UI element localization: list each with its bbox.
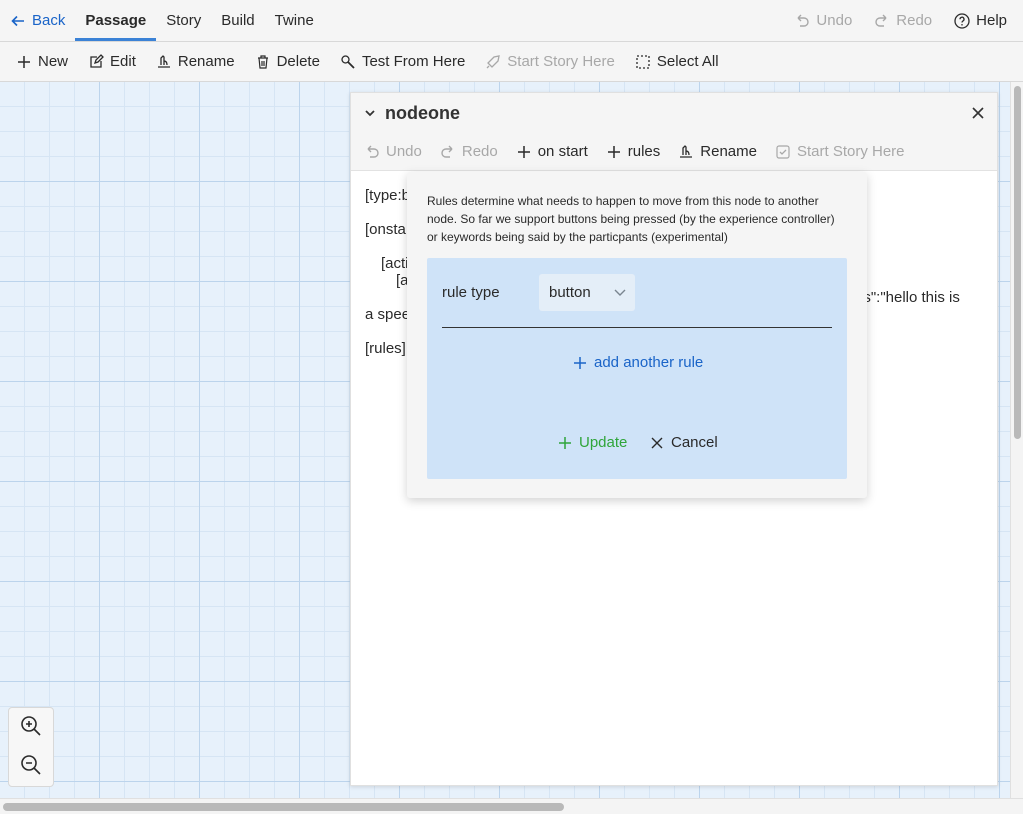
dialog-undo-label: Undo (386, 143, 422, 160)
passage-toolbar: New Edit Rename Delete Test From Here St… (0, 42, 1023, 82)
dialog-start-story-here-button[interactable]: Start Story Here (766, 143, 914, 160)
text-line: [rules] (365, 340, 406, 357)
update-button[interactable]: Update (557, 434, 627, 451)
edit-label: Edit (110, 53, 136, 70)
close-icon (649, 435, 665, 451)
tab-twine[interactable]: Twine (265, 0, 324, 41)
select-all-button[interactable]: Select All (625, 53, 729, 70)
rule-type-label: rule type (442, 284, 500, 301)
redo-icon (440, 144, 456, 160)
dialog-redo-button[interactable]: Redo (431, 143, 507, 160)
on-start-button[interactable]: on start (507, 143, 597, 160)
checkbox-icon (775, 144, 791, 160)
dialog-start-story-here-label: Start Story Here (796, 143, 905, 160)
plus-icon (16, 54, 32, 70)
chevron-down-icon[interactable] (363, 106, 377, 120)
start-story-here-button[interactable]: Start Story Here (475, 53, 625, 70)
trash-icon (255, 54, 271, 70)
start-story-here-label: Start Story Here (507, 53, 615, 70)
back-button[interactable]: Back (0, 0, 75, 41)
rules-popover: Rules determine what needs to happen to … (407, 172, 867, 498)
zoom-in-icon (20, 715, 42, 741)
tab-build[interactable]: Build (211, 0, 264, 41)
cancel-button[interactable]: Cancel (649, 434, 718, 451)
tool-icon (340, 54, 356, 70)
zoom-out-button[interactable] (19, 754, 43, 780)
undo-button[interactable]: Undo (784, 12, 862, 29)
delete-button[interactable]: Delete (245, 53, 330, 70)
dialog-undo-button[interactable]: Undo (355, 143, 431, 160)
select-all-label: Select All (656, 53, 719, 70)
rule-type-value: button (549, 284, 591, 301)
top-nav-bar: Back Passage Story Build Twine Undo Redo… (0, 0, 1023, 42)
rule-type-select[interactable]: button (539, 274, 635, 311)
rule-divider (442, 327, 832, 328)
edit-button[interactable]: Edit (78, 53, 146, 70)
redo-icon (874, 13, 890, 29)
tab-passage[interactable]: Passage (75, 0, 157, 41)
test-from-here-button[interactable]: Test From Here (330, 53, 475, 70)
help-icon (954, 12, 970, 29)
plus-icon (572, 355, 588, 371)
horizontal-scroll-thumb[interactable] (3, 803, 564, 811)
zoom-in-button[interactable] (19, 715, 43, 741)
close-icon[interactable] (969, 104, 987, 122)
rules-label: rules (627, 143, 661, 160)
test-from-here-label: Test From Here (361, 53, 466, 70)
text-line: [onsta (365, 221, 406, 238)
rename-label: Rename (177, 53, 235, 70)
horizontal-scrollbar[interactable] (0, 798, 1023, 814)
chevron-down-icon (613, 285, 627, 299)
signature-icon (678, 144, 694, 160)
dialog-rename-button[interactable]: Rename (669, 143, 766, 160)
zoom-out-icon (20, 754, 42, 780)
passage-title: nodeone (385, 102, 460, 123)
rules-button[interactable]: rules (597, 143, 670, 160)
plus-icon (606, 144, 622, 160)
edit-icon (88, 53, 104, 70)
text-line: ds":"hello this is (855, 289, 960, 306)
help-label: Help (976, 12, 1007, 29)
text-line: [type:b (365, 187, 411, 204)
update-label: Update (579, 434, 628, 451)
vertical-scrollbar[interactable] (1010, 82, 1023, 798)
arrow-left-icon (10, 13, 26, 29)
redo-button[interactable]: Redo (864, 12, 942, 29)
undo-label: Undo (816, 12, 853, 29)
add-another-rule-label: add another rule (594, 354, 704, 371)
new-label: New (38, 53, 69, 70)
add-another-rule-button[interactable]: add another rule (572, 354, 703, 371)
delete-label: Delete (276, 53, 320, 70)
help-button[interactable]: Help (944, 12, 1017, 29)
cancel-label: Cancel (671, 434, 718, 451)
redo-label: Redo (896, 12, 933, 29)
rules-description: Rules determine what needs to happen to … (427, 194, 835, 244)
zoom-controls (8, 707, 54, 787)
plus-icon (516, 144, 532, 160)
dialog-header: nodeone (351, 93, 997, 133)
new-button[interactable]: New (6, 53, 78, 70)
vertical-scroll-thumb[interactable] (1014, 86, 1021, 439)
plus-icon (557, 435, 573, 451)
rocket-icon (485, 54, 501, 70)
rename-button[interactable]: Rename (146, 53, 245, 70)
select-all-icon (635, 54, 651, 70)
text-line: [acti (381, 255, 409, 272)
back-label: Back (32, 12, 66, 29)
text-line: a spee (365, 306, 411, 323)
signature-icon (156, 54, 172, 70)
dialog-rename-label: Rename (700, 143, 757, 160)
tab-story[interactable]: Story (156, 0, 211, 41)
on-start-label: on start (537, 143, 588, 160)
dialog-redo-label: Redo (461, 143, 498, 160)
dialog-toolbar: Undo Redo on start rules Rename Start St… (351, 133, 997, 171)
undo-icon (364, 144, 380, 160)
rule-panel: rule type button add another rule Update… (427, 258, 847, 479)
undo-icon (794, 13, 810, 29)
